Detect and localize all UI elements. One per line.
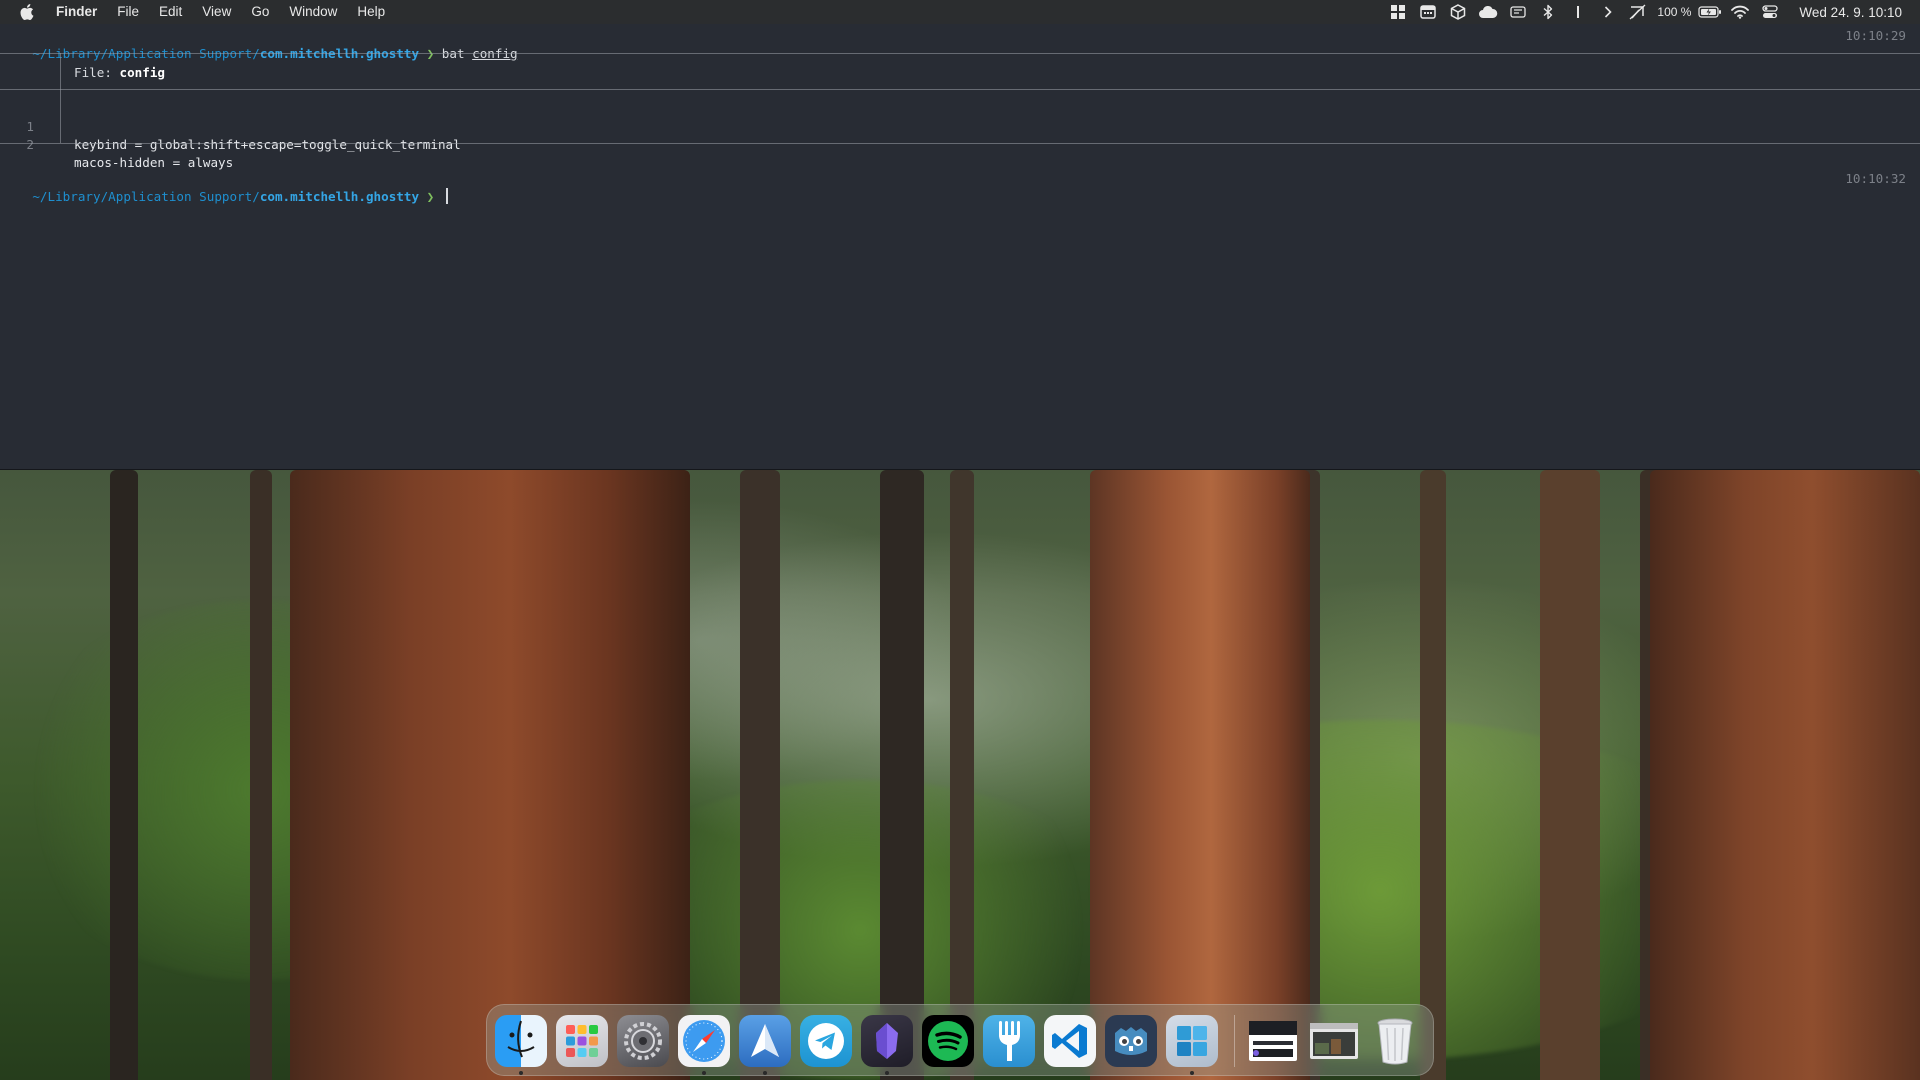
menu-help[interactable]: Help — [347, 0, 395, 24]
trash-icon[interactable] — [1369, 1015, 1421, 1067]
prompt-timestamp: 10:10:29 — [1845, 28, 1906, 43]
bat-file-name: config — [119, 65, 166, 80]
menu-bar: Finder File Edit View Go Window Help 100… — [0, 0, 1920, 24]
chevron-right-icon[interactable] — [1593, 0, 1623, 24]
menu-bar-clock[interactable]: Wed 24. 9. 10:10 — [1785, 5, 1902, 20]
vscode-icon[interactable] — [1044, 1015, 1096, 1067]
menu-extras-icon[interactable] — [1503, 0, 1533, 24]
package-box-icon[interactable] — [1443, 0, 1473, 24]
bat-file-label: File: — [74, 65, 120, 80]
prompt-timestamp: 10:10:32 — [1845, 171, 1906, 186]
telegram-icon[interactable] — [800, 1015, 852, 1067]
minimized-window-1-icon[interactable] — [1247, 1015, 1299, 1067]
bat-gutter-header — [60, 53, 61, 89]
apple-menu-icon[interactable] — [18, 0, 36, 24]
menu-edit[interactable]: Edit — [149, 0, 192, 24]
menu-view[interactable]: View — [192, 0, 241, 24]
menu-app-name[interactable]: Finder — [46, 0, 107, 24]
divider-bar-icon — [1563, 0, 1593, 24]
quick-terminal-window[interactable]: ~/Library/Application Support/com.mitche… — [0, 24, 1920, 470]
running-indicator — [702, 1071, 706, 1075]
bat-line-number: 2 — [26, 137, 34, 152]
text-cursor[interactable] — [445, 188, 448, 204]
prompt-line-2[interactable]: ~/Library/Application Support/com.mitche… — [2, 170, 1916, 204]
minimized-window-2-icon[interactable] — [1308, 1015, 1360, 1067]
system-settings-icon[interactable] — [617, 1015, 669, 1067]
obsidian-icon[interactable] — [861, 1015, 913, 1067]
bat-file-header: File: config — [74, 64, 165, 82]
running-indicator — [763, 1071, 767, 1075]
calendar-icon[interactable] — [1413, 0, 1443, 24]
prompt-path-dir: com.mitchellh.ghostty — [259, 189, 420, 204]
cloud-icon[interactable] — [1473, 0, 1503, 24]
window-grid-icon[interactable] — [1383, 0, 1413, 24]
running-indicator — [1190, 1071, 1194, 1075]
bat-header-rule — [0, 89, 1920, 90]
bat-bottom-rule — [0, 143, 1920, 144]
battery-percentage: 100 % — [1657, 5, 1692, 19]
display-mirror-icon[interactable] — [1623, 0, 1653, 24]
running-indicator — [885, 1071, 889, 1075]
godot-icon[interactable] — [1105, 1015, 1157, 1067]
spark-mail-icon[interactable] — [739, 1015, 791, 1067]
dock — [486, 1004, 1434, 1076]
prompt-arrow: ❯ — [419, 189, 442, 204]
safari-icon[interactable] — [678, 1015, 730, 1067]
prompt-line-1: ~/Library/Application Support/com.mitche… — [2, 27, 1916, 61]
prompt-path-prefix: ~/Library/Application Support/ — [32, 189, 260, 204]
dock-separator — [1234, 1015, 1235, 1067]
bat-line: 1 keybind = global:shift+escape=toggle_q… — [0, 100, 1900, 152]
fork-icon[interactable] — [983, 1015, 1035, 1067]
battery-charging-icon[interactable] — [1695, 0, 1725, 24]
spotify-icon[interactable] — [922, 1015, 974, 1067]
finder-icon[interactable] — [495, 1015, 547, 1067]
menu-file[interactable]: File — [107, 0, 149, 24]
bat-line: 2 macos-hidden = always — [0, 118, 1900, 170]
bluetooth-icon[interactable] — [1533, 0, 1563, 24]
bat-top-rule — [0, 53, 1920, 54]
windows-app-icon[interactable] — [1166, 1015, 1218, 1067]
menu-window[interactable]: Window — [279, 0, 347, 24]
menu-go[interactable]: Go — [241, 0, 279, 24]
launchpad-icon[interactable] — [556, 1015, 608, 1067]
control-center-icon[interactable] — [1755, 0, 1785, 24]
running-indicator — [519, 1071, 523, 1075]
bat-line-code: keybind = global:shift+escape=toggle_qui… — [74, 137, 461, 152]
wifi-icon[interactable] — [1725, 0, 1755, 24]
